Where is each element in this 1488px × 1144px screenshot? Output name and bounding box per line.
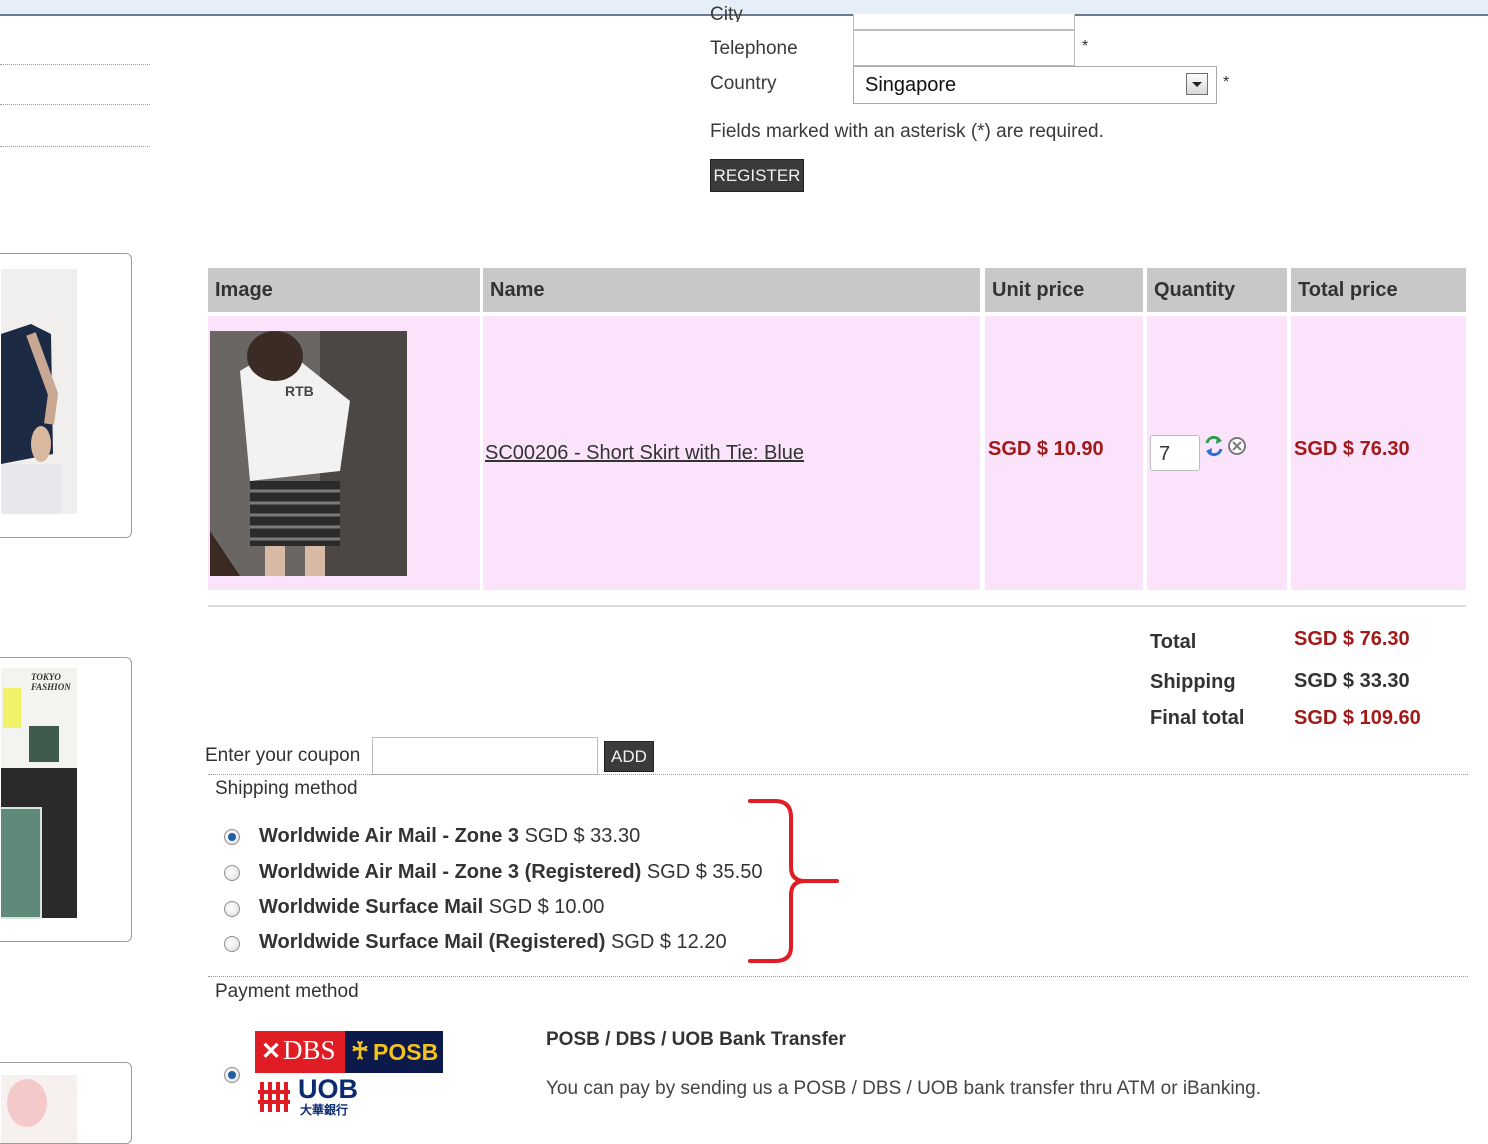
total-label: Total: [1150, 631, 1197, 653]
column-header-total-price: Total price: [1291, 268, 1466, 312]
fashion-magazine-image: TOKYO FASHION: [1, 668, 77, 919]
column-header-unit-price: Unit price: [985, 268, 1143, 312]
required-asterisk: *: [1082, 38, 1089, 55]
annotation-brace: [748, 799, 839, 963]
sidebar-divider: [0, 146, 150, 147]
product-name-link[interactable]: SC00206 - Short Skirt with Tie: Blue: [485, 442, 804, 465]
payment-option-description: You can pay by sending us a POSB / DBS /…: [546, 1078, 1261, 1099]
uob-mark-icon: [258, 1082, 290, 1112]
shipping-radio[interactable]: [224, 936, 240, 952]
dbs-posb-logo: ✕ DBS ♰ POSB: [255, 1031, 443, 1073]
product-photo[interactable]: RTB: [210, 331, 407, 576]
table-cell-image: RTB: [208, 316, 480, 590]
table-cell-total-price: SGD $ 76.30: [1291, 316, 1466, 590]
shipping-option[interactable]: Worldwide Surface Mail (Registered) SGD …: [259, 931, 727, 954]
city-input[interactable]: [853, 14, 1075, 30]
column-header-image: Image: [208, 268, 480, 312]
shipping-option[interactable]: Worldwide Air Mail - Zone 3 (Registered)…: [259, 861, 762, 884]
shipping-value: SGD $ 33.30: [1294, 670, 1410, 692]
unit-price-value: SGD $ 10.90: [988, 438, 1104, 460]
shipping-radio[interactable]: [224, 865, 240, 881]
add-coupon-button[interactable]: ADD: [604, 741, 654, 772]
chevron-down-icon[interactable]: [1186, 73, 1208, 95]
shipping-radio[interactable]: [224, 829, 240, 845]
payment-radio[interactable]: [224, 1067, 240, 1083]
table-cell-unit-price: SGD $ 10.90: [985, 316, 1143, 590]
final-total-label: Final total: [1150, 707, 1245, 729]
shipping-radio[interactable]: [224, 901, 240, 917]
shipping-label: Shipping: [1150, 671, 1236, 693]
total-value: SGD $ 76.30: [1294, 628, 1410, 650]
coupon-label: Enter your coupon: [205, 745, 361, 766]
shipping-option[interactable]: Worldwide Surface Mail SGD $ 10.00: [259, 896, 604, 919]
svg-text:TOKYO: TOKYO: [31, 672, 61, 682]
svg-text:RTB: RTB: [285, 383, 314, 399]
shipping-option-name: Worldwide Surface Mail (Registered): [259, 931, 606, 953]
register-button[interactable]: REGISTER: [710, 159, 804, 192]
required-asterisk: *: [1223, 74, 1230, 91]
table-divider: [208, 605, 1466, 607]
payment-method-title: Payment method: [215, 981, 359, 1002]
table-cell-name: SC00206 - Short Skirt with Tie: Blue: [483, 316, 980, 590]
section-divider: [208, 976, 1468, 977]
table-cell-quantity: 7: [1147, 316, 1287, 590]
country-select[interactable]: Singapore: [853, 66, 1217, 104]
shipping-option-name: Worldwide Air Mail - Zone 3: [259, 825, 520, 847]
column-header-name: Name: [483, 268, 980, 312]
final-total-value: SGD $ 109.60: [1294, 707, 1421, 729]
column-header-quantity: Quantity: [1147, 268, 1287, 312]
sidebar-product-thumbnail[interactable]: TOKYO FASHION: [0, 657, 132, 942]
telephone-input[interactable]: [853, 30, 1075, 66]
shipping-option-name: Worldwide Air Mail - Zone 3 (Registered): [259, 861, 642, 883]
uob-logo: UOB 大華銀行: [256, 1074, 376, 1118]
sidebar-divider: [0, 64, 150, 65]
model-tshirt-image: [1, 269, 77, 514]
svg-text:FASHION: FASHION: [30, 682, 71, 692]
country-label: Country: [710, 73, 777, 94]
shipping-option-price: SGD $ 33.30: [524, 825, 641, 847]
shipping-option-price: SGD $ 10.00: [488, 896, 605, 918]
browser-top-band: [0, 0, 1488, 16]
country-select-value: Singapore: [865, 74, 957, 96]
required-note: Fields marked with an asterisk (*) are r…: [710, 121, 1104, 142]
shipping-method-title: Shipping method: [215, 778, 358, 799]
coupon-input[interactable]: [372, 737, 598, 775]
shipping-option-price: SGD $ 12.20: [610, 931, 727, 953]
shipping-option-name: Worldwide Surface Mail: [259, 896, 484, 918]
total-price-value: SGD $ 76.30: [1294, 438, 1410, 460]
sidebar-product-thumbnail[interactable]: [0, 253, 132, 538]
section-divider: [208, 774, 1468, 775]
shipping-option[interactable]: Worldwide Air Mail - Zone 3 SGD $ 33.30: [259, 825, 640, 848]
telephone-label: Telephone: [710, 38, 798, 59]
remove-icon[interactable]: [1227, 436, 1247, 456]
sidebar-product-thumbnail[interactable]: [0, 1062, 132, 1144]
refresh-icon[interactable]: [1204, 435, 1224, 457]
city-label: City: [710, 4, 743, 22]
product-image: [1, 1075, 77, 1143]
quantity-input[interactable]: 7: [1150, 435, 1200, 471]
payment-option-title: POSB / DBS / UOB Bank Transfer: [546, 1029, 846, 1050]
sidebar-divider: [0, 104, 150, 105]
